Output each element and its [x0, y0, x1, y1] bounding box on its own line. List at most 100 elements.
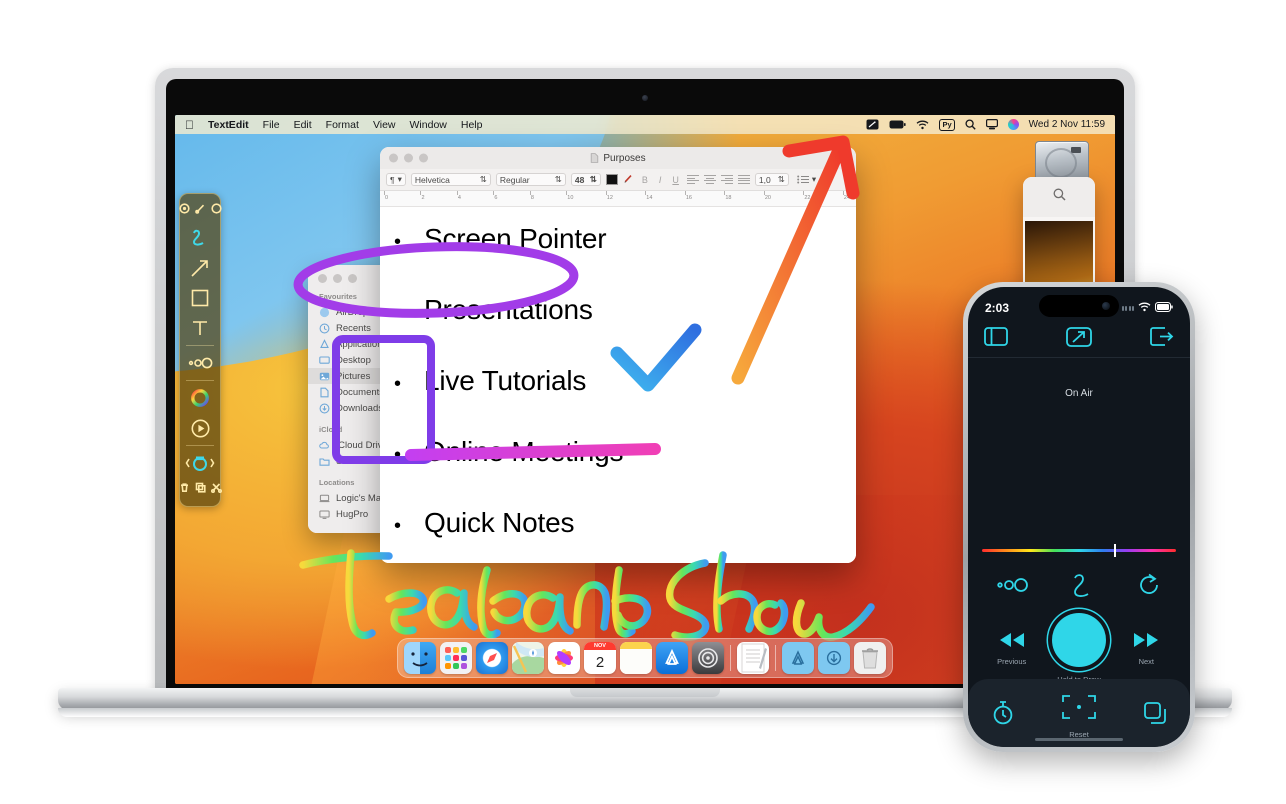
textedit-toolbar[interactable]: ¶ ▾ Helvetica ⇅ Regular ⇅ 48 ⇅ B I U 1,0… [380, 169, 856, 191]
display-icon[interactable] [985, 119, 998, 130]
textedit-titlebar[interactable]: Purposes [380, 147, 856, 169]
italic-button[interactable]: I [656, 175, 665, 185]
dock-item-settings[interactable] [692, 642, 724, 674]
list-item[interactable]: • Screen Pointer [394, 223, 856, 294]
iphone-tool-row[interactable] [968, 552, 1190, 611]
color-wheel-tool[interactable] [183, 383, 217, 413]
menu-help[interactable]: Help [461, 119, 483, 131]
dock-item-launchpad[interactable] [440, 642, 472, 674]
copy-icon[interactable] [195, 480, 206, 498]
menu-window[interactable]: Window [410, 119, 447, 131]
font-size-stepper[interactable]: 48 ⇅ [570, 173, 601, 186]
align-right-button[interactable] [720, 174, 733, 185]
list-style-dropdown[interactable]: ▾ [794, 173, 819, 186]
apple-logo-icon[interactable]:  [185, 119, 194, 131]
arrow-tool[interactable] [183, 253, 217, 283]
text-color-swatch[interactable] [605, 174, 618, 185]
dock-item-photos[interactable] [548, 642, 580, 674]
dock-item-calendar[interactable]: NOV 2 [584, 642, 616, 674]
next-button[interactable]: Next [1131, 631, 1161, 666]
menu-view[interactable]: View [373, 119, 396, 131]
menu-app-name[interactable]: TextEdit [208, 119, 249, 131]
dock-item-textedit[interactable] [737, 642, 769, 674]
menu-bar[interactable]:  TextEdit File Edit Format View Window … [175, 115, 1115, 134]
record-dot-icon[interactable] [178, 201, 190, 219]
list-item[interactable]: • Live Tutorials [394, 365, 856, 436]
dock-item-downloads-folder[interactable] [818, 642, 850, 674]
paragraph-style-dropdown[interactable]: ¶ ▾ [386, 173, 406, 186]
rainbow-color-slider[interactable] [982, 544, 1176, 557]
wifi-icon[interactable] [916, 120, 929, 130]
reset-button[interactable]: Reset [1060, 692, 1098, 739]
iphone-bottom-bar[interactable]: Reset [968, 679, 1190, 747]
iphone-transport-row[interactable]: Previous Hold to Draw Next [968, 611, 1190, 684]
textedit-document-body[interactable]: • Screen Pointer • Presentations • Live … [380, 207, 856, 563]
duplicate-button[interactable] [1143, 701, 1167, 730]
maximize-icon[interactable] [419, 153, 428, 163]
textedit-window[interactable]: Purposes ¶ ▾ Helvetica ⇅ Regular ⇅ 48 ⇅ … [380, 147, 856, 563]
freehand-draw-tool[interactable] [183, 223, 217, 253]
py-icon[interactable]: Py [939, 118, 955, 131]
minimize-icon[interactable] [333, 274, 342, 283]
textedit-ruler[interactable]: 0 2 4 6 8 10 12 14 16 18 20 22 24 [380, 191, 856, 207]
close-icon[interactable] [318, 274, 327, 283]
window-controls[interactable] [389, 153, 428, 163]
font-weight-dropdown[interactable]: Regular ⇅ [495, 173, 566, 186]
menu-edit[interactable]: Edit [294, 119, 312, 131]
maximize-icon[interactable] [348, 274, 357, 283]
iphone-draw-canvas[interactable] [968, 399, 1190, 549]
stroke-size-icon[interactable] [996, 577, 1030, 598]
refresh-icon[interactable] [1136, 572, 1162, 603]
trash-icon[interactable] [179, 480, 190, 498]
stroke-size-tool[interactable] [183, 348, 217, 378]
iphone-top-toolbar[interactable] [968, 321, 1190, 357]
align-justify-button[interactable] [737, 174, 750, 185]
finder-preview-toolbar[interactable] [1023, 177, 1095, 217]
draw-circle-icon[interactable] [1051, 613, 1106, 667]
timer-button[interactable] [991, 700, 1015, 731]
dock[interactable]: NOV 2 [397, 638, 893, 678]
minimize-icon[interactable] [404, 153, 413, 163]
dock-item-maps[interactable] [512, 642, 544, 674]
underline-button[interactable]: U [669, 175, 682, 185]
sidebar-panel-icon[interactable] [984, 327, 1008, 351]
dock-item-app-store[interactable] [656, 642, 688, 674]
shape-ring-tool[interactable] [183, 448, 217, 478]
dock-item-finder[interactable] [404, 642, 436, 674]
play-button[interactable] [183, 413, 217, 443]
scissors-icon[interactable] [210, 480, 222, 498]
dock-item-trash[interactable] [854, 642, 886, 674]
text-tool[interactable] [183, 313, 217, 343]
menu-file[interactable]: File [263, 119, 280, 131]
dock-item-applications-folder[interactable] [782, 642, 814, 674]
bold-button[interactable]: B [639, 175, 651, 185]
pen-tool-icon[interactable] [194, 201, 206, 219]
annotation-toolbar[interactable] [178, 193, 222, 507]
close-icon[interactable] [389, 153, 398, 163]
font-family-dropdown[interactable]: Helvetica ⇅ [410, 173, 491, 186]
align-left-button[interactable] [686, 174, 699, 185]
exit-icon[interactable] [1150, 327, 1174, 351]
siri-icon[interactable] [1007, 119, 1019, 130]
hold-to-draw-button[interactable]: Hold to Draw [1051, 613, 1106, 684]
dock-item-safari[interactable] [476, 642, 508, 674]
list-item[interactable]: • Presentations [394, 294, 856, 365]
search-icon[interactable] [1053, 188, 1066, 206]
pointer-arrow-icon[interactable] [1066, 326, 1092, 352]
rectangle-tool[interactable] [183, 283, 217, 313]
iphone-screen[interactable]: 2:03 On Air Previous Next Reset [968, 287, 1190, 747]
highlighter-icon[interactable] [623, 173, 634, 186]
color-slider-knob[interactable] [1113, 544, 1116, 557]
list-item[interactable]: • Online Meetings [394, 436, 856, 507]
previous-button[interactable]: Previous [997, 631, 1027, 666]
screenshot-icon[interactable] [866, 119, 879, 130]
circle-outline-icon[interactable] [210, 201, 222, 219]
dock-item-notes[interactable] [620, 642, 652, 674]
menu-format[interactable]: Format [326, 119, 359, 131]
search-icon[interactable] [965, 119, 976, 130]
battery-icon[interactable] [889, 120, 907, 129]
list-item[interactable]: • Quick Notes [394, 507, 856, 563]
align-center-button[interactable] [703, 174, 716, 185]
line-spacing-dropdown[interactable]: 1,0 ⇅ [754, 173, 789, 186]
freehand-draw-icon[interactable] [1066, 570, 1100, 605]
